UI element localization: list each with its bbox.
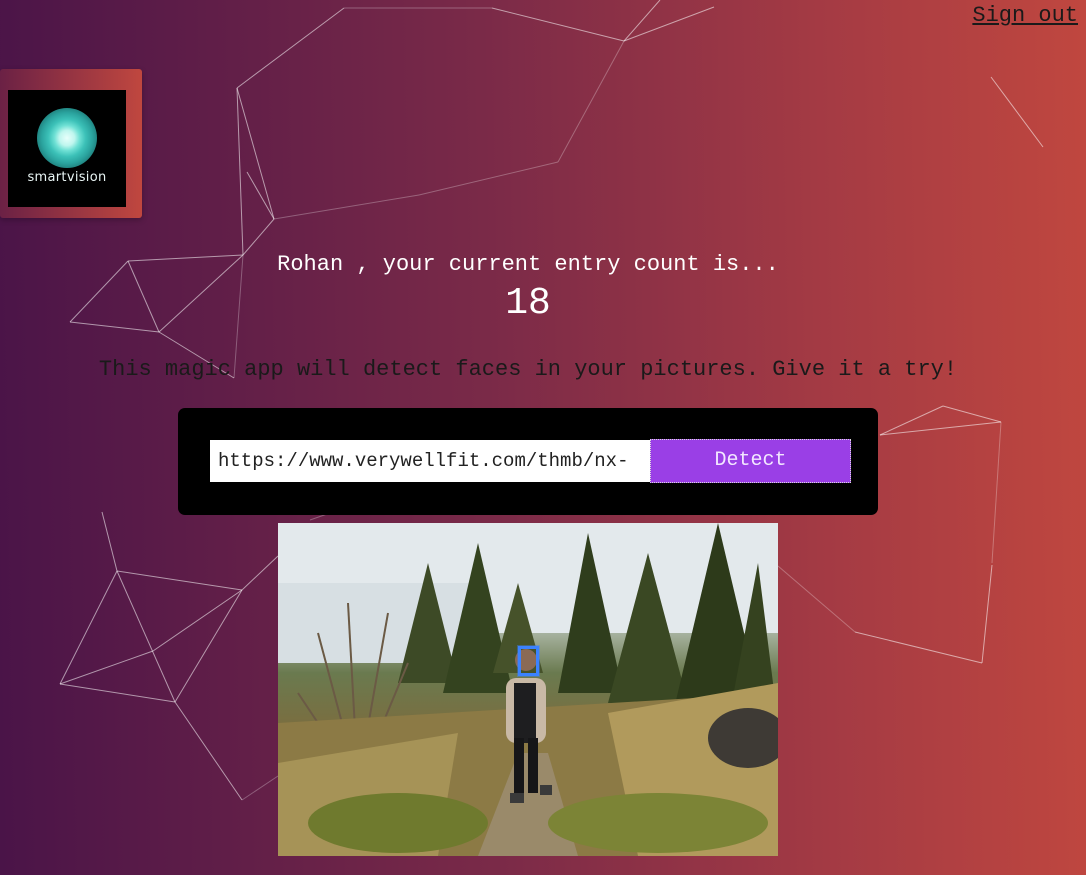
entry-count-greeting: Rohan , your current entry count is... <box>277 252 779 277</box>
logo-text: smartvision <box>27 170 107 185</box>
entry-count: 18 <box>505 282 551 325</box>
sign-out-link[interactable]: Sign out <box>972 3 1078 28</box>
image-url-form: Detect <box>178 408 878 515</box>
smartvision-logo-icon: smartvision <box>8 90 126 207</box>
result-image <box>278 523 778 856</box>
logo-ring-icon <box>37 108 97 168</box>
face-bounding-box <box>518 646 539 676</box>
image-url-input[interactable] <box>210 440 650 482</box>
hiker-photo <box>278 523 778 856</box>
logo-card: smartvision <box>0 69 142 218</box>
detect-button[interactable]: Detect <box>650 439 851 483</box>
intro-text: This magic app will detect faces in your… <box>98 357 958 382</box>
